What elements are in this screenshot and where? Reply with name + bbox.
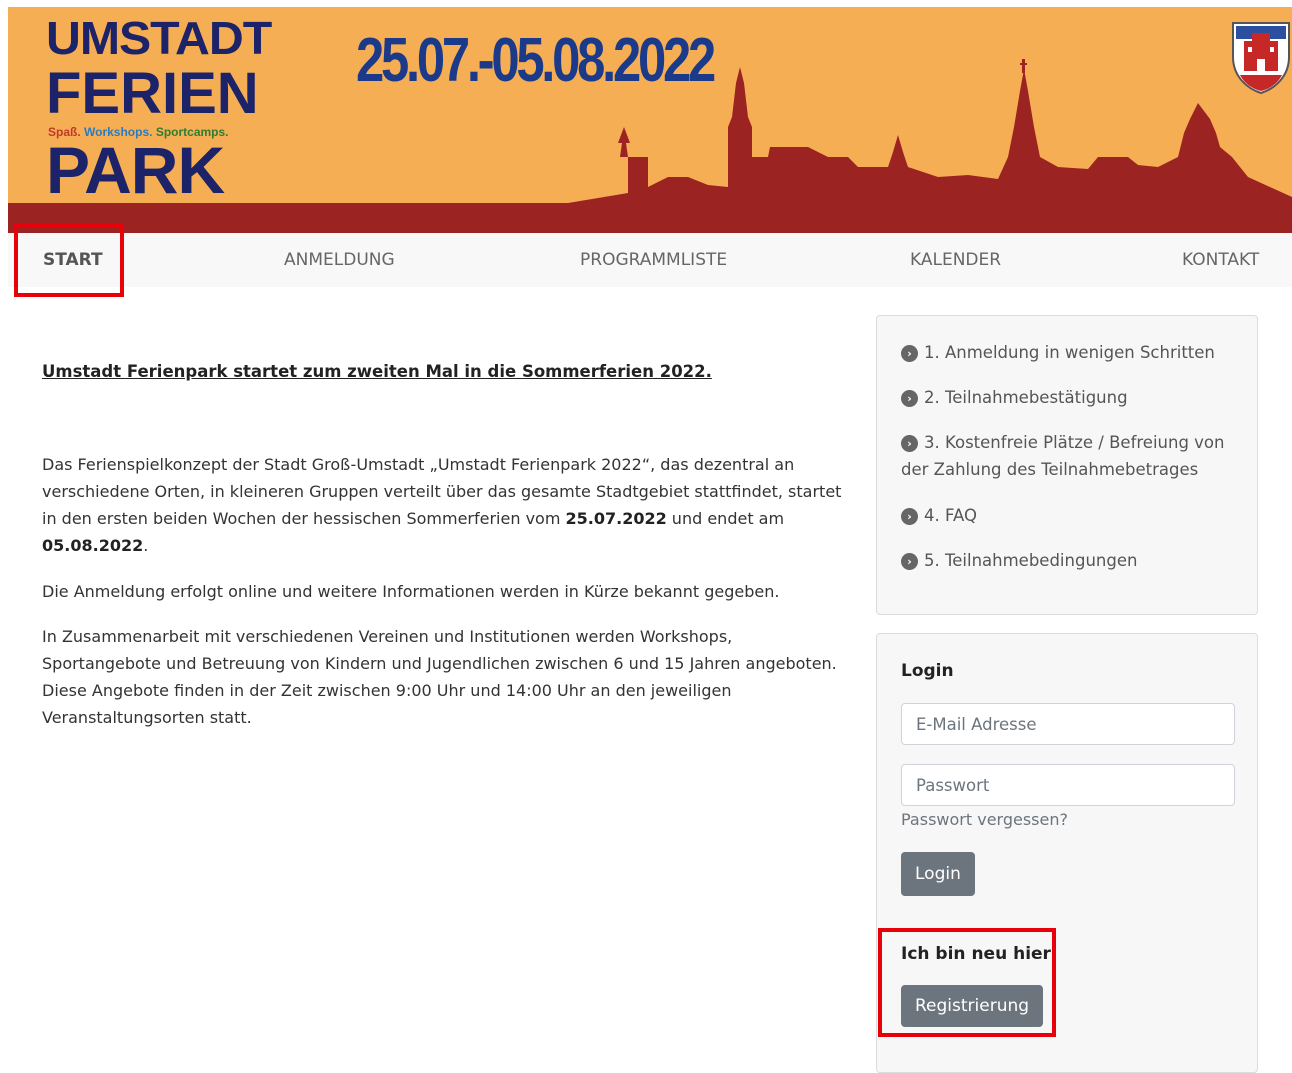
start-date: 25.07.2022 (565, 509, 667, 528)
login-title: Login (901, 661, 954, 681)
main-navigation: START ANMELDUNG PROGRAMMLISTE KALENDER K… (8, 233, 1292, 287)
chevron-right-icon: › (901, 508, 918, 525)
highlight-box-register (878, 928, 1056, 1037)
sidebar-link-label: 1. Anmeldung in wenigen Schritten (924, 343, 1215, 362)
sidebar-link-faq[interactable]: › 4. FAQ (901, 502, 1231, 529)
nav-item-programmliste[interactable]: PROGRAMMLISTE (580, 233, 727, 287)
sidebar-link-teilnahmebedingungen[interactable]: › 5. Teilnahmebedingungen (901, 547, 1231, 574)
chevron-right-icon: › (901, 345, 918, 362)
sidebar-link-anmeldung[interactable]: › 1. Anmeldung in wenigen Schritten (901, 339, 1231, 366)
event-dates: 25.07.-05.08.2022 (356, 26, 716, 95)
chevron-right-icon: › (901, 435, 918, 452)
logo-text-park: PARK (46, 133, 225, 207)
sidebar-link-label: 5. Teilnahmebedingungen (924, 551, 1138, 570)
nav-item-anmeldung[interactable]: ANMELDUNG (284, 233, 395, 287)
registration-info-paragraph: Die Anmeldung erfolgt online und weitere… (42, 582, 780, 601)
end-date: 05.08.2022 (42, 536, 144, 555)
forgot-password-link[interactable]: Passwort vergessen? (901, 810, 1068, 829)
logo-text-ferien: FERIEN (46, 61, 259, 126)
login-button[interactable]: Login (901, 852, 975, 896)
intro-text-3: . (143, 536, 149, 555)
email-input[interactable] (901, 703, 1235, 745)
sidebar-link-label: 3. Kostenfreie Plätze / Befreiung von de… (901, 433, 1225, 479)
header-banner: UMSTADT FERIEN Spaß. Workshops. Sportcam… (8, 7, 1292, 233)
umstadt-ferienpark-logo[interactable]: UMSTADT FERIEN Spaß. Workshops. Sportcam… (46, 15, 276, 205)
highlight-box-start (14, 223, 124, 297)
logo-text-umstadt: UMSTADT (46, 12, 272, 64)
nav-item-kontakt[interactable]: KONTAKT (1182, 233, 1259, 287)
info-links-card: › 1. Anmeldung in wenigen Schritten › 2. T… (876, 315, 1258, 615)
nav-item-kalender[interactable]: KALENDER (910, 233, 1001, 287)
intro-text-2: und endet am (666, 509, 785, 528)
page-headline: Umstadt Ferienpark startet zum zweiten M… (42, 362, 712, 381)
sidebar-link-kostenfreie-plaetze[interactable]: › 3. Kostenfreie Plätze / Befreiung von d… (901, 429, 1231, 483)
coat-of-arms-icon (1232, 22, 1290, 95)
sidebar-link-teilnahmebestaetigung[interactable]: › 2. Teilnahmebestätigung (901, 384, 1231, 411)
sidebar-link-label: 4. FAQ (924, 506, 977, 525)
chevron-right-icon: › (901, 390, 918, 407)
chevron-right-icon: › (901, 553, 918, 570)
intro-paragraph: Das Ferienspielkonzept der Stadt Groß-Um… (42, 451, 842, 559)
password-input[interactable] (901, 764, 1235, 806)
offer-description-paragraph: In Zusammenarbeit mit verschiedenen Vere… (42, 627, 837, 727)
sidebar-link-label: 2. Teilnahmebestätigung (924, 388, 1128, 407)
